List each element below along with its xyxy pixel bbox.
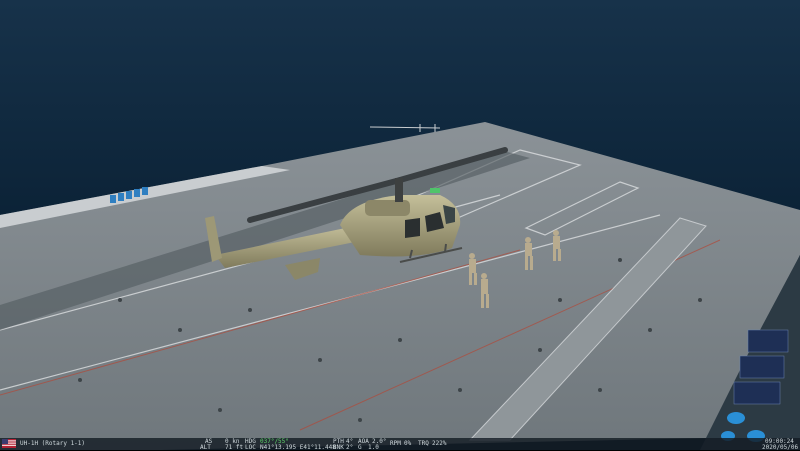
game-viewport[interactable]: [0, 0, 800, 450]
rpm-value: 0%: [404, 440, 411, 447]
unit-name: UH-1H (Rotary 1-1): [20, 440, 85, 447]
trq-value: 222%: [432, 440, 446, 447]
hud-status-bar: UH-1H (Rotary 1-1) AS 0 kn ALT 71 ft HDG…: [0, 438, 800, 450]
rpm-label: RPM: [390, 440, 401, 447]
us-flag-icon: [2, 439, 16, 448]
trq-label: TRQ: [418, 440, 429, 447]
